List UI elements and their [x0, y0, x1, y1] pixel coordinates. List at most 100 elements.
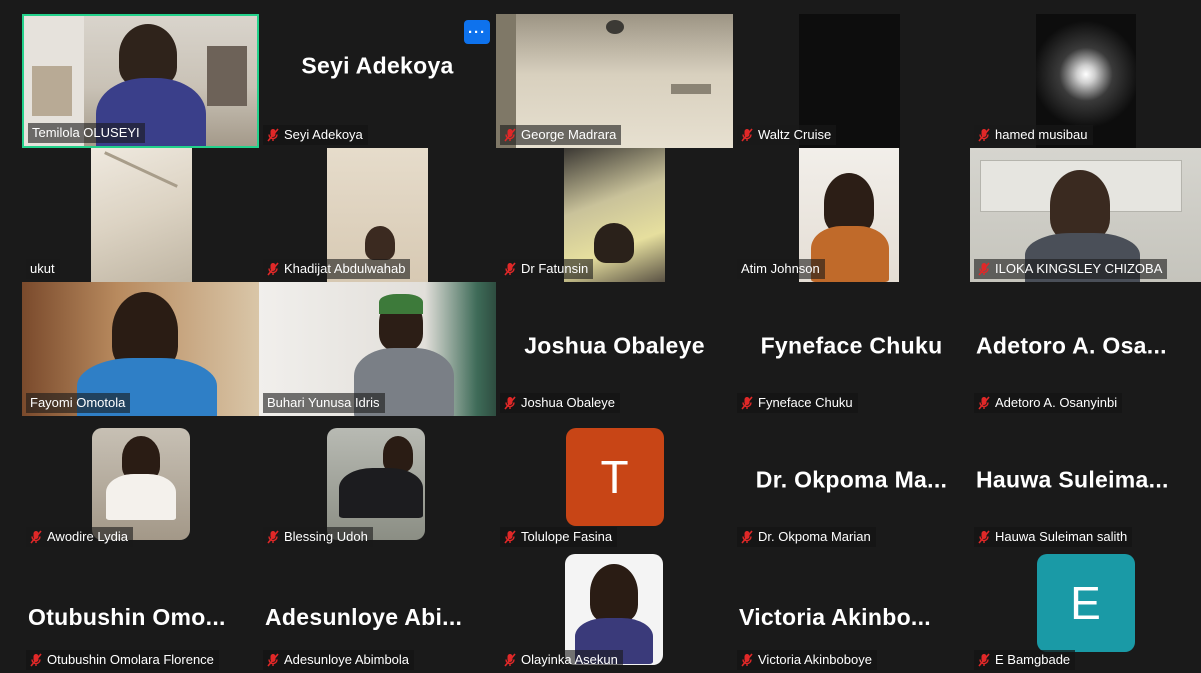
- participant-tile[interactable]: Adesunloye Abi... Adesunloye Abimbola: [259, 550, 496, 673]
- muted-mic-icon: [978, 262, 990, 276]
- muted-mic-icon: [267, 128, 279, 142]
- participant-name-label: ukut: [26, 259, 60, 279]
- participant-name-label: Joshua Obaleye: [500, 393, 620, 413]
- participant-name-label: Tolulope Fasina: [500, 527, 618, 547]
- participant-tile[interactable]: E E Bamgbade: [970, 550, 1201, 673]
- participant-display-name: Victoria Akinbo...: [739, 603, 931, 630]
- participant-tile[interactable]: George Madrara: [496, 14, 733, 148]
- participant-tile[interactable]: Joshua Obaleye Joshua Obaleye: [496, 282, 733, 416]
- participant-tile[interactable]: ILOKA KINGSLEY CHIZOBA: [970, 148, 1201, 282]
- participant-name: Adesunloye Abimbola: [284, 652, 410, 667]
- participant-tile[interactable]: Victoria Akinbo... Victoria Akinboboye: [733, 550, 970, 673]
- participant-name-label: Temilola OLUSEYI: [28, 123, 145, 143]
- participant-display-name: Fyneface Chuku: [760, 332, 943, 359]
- participant-name-label: ILOKA KINGSLEY CHIZOBA: [974, 259, 1168, 279]
- participant-display-name: Otubushin Omo...: [28, 603, 226, 630]
- participant-video: [91, 148, 192, 282]
- muted-mic-icon: [741, 396, 753, 410]
- participant-tile[interactable]: Temilola OLUSEYI: [22, 14, 259, 148]
- participant-name-label: Victoria Akinboboye: [737, 650, 877, 670]
- participant-tile[interactable]: Dr Fatunsin: [496, 148, 733, 282]
- participant-display-name: Adetoro A. Osa...: [976, 332, 1167, 359]
- participant-name-label: Fyneface Chuku: [737, 393, 858, 413]
- muted-mic-icon: [978, 653, 990, 667]
- participant-tile[interactable]: Waltz Cruise: [733, 14, 970, 148]
- participant-name: Dr. Okpoma Marian: [758, 529, 871, 544]
- participant-tile[interactable]: Blessing Udoh: [259, 416, 496, 550]
- muted-mic-icon: [30, 530, 42, 544]
- participant-name-label: Awodire Lydia: [26, 527, 133, 547]
- participant-name: Dr Fatunsin: [521, 261, 589, 276]
- participant-tile[interactable]: Awodire Lydia: [22, 416, 259, 550]
- muted-mic-icon: [30, 653, 42, 667]
- gallery-view: Temilola OLUSEYI Seyi Adekoya ··· Seyi A…: [22, 14, 1201, 673]
- participant-video: [92, 428, 190, 540]
- muted-mic-icon: [504, 530, 516, 544]
- participant-name: Waltz Cruise: [758, 127, 832, 142]
- participant-tile[interactable]: Seyi Adekoya ··· Seyi Adekoya: [259, 14, 496, 148]
- muted-mic-icon: [978, 128, 990, 142]
- ellipsis-icon: ···: [468, 23, 486, 41]
- muted-mic-icon: [504, 262, 516, 276]
- participant-tile[interactable]: Atim Johnson: [733, 148, 970, 282]
- participant-name: Joshua Obaleye: [521, 395, 615, 410]
- participant-name: Tolulope Fasina: [521, 529, 613, 544]
- muted-mic-icon: [504, 128, 516, 142]
- muted-mic-icon: [741, 128, 753, 142]
- participant-name-label: Otubushin Omolara Florence: [26, 650, 219, 670]
- participant-name: Adetoro A. Osanyinbi: [995, 395, 1118, 410]
- participant-name-label: Khadijat Abdulwahab: [263, 259, 411, 279]
- participant-name: Olayinka Asekun: [521, 652, 618, 667]
- participant-name-label: Buhari Yunusa Idris: [263, 393, 385, 413]
- participant-name: Temilola OLUSEYI: [32, 125, 140, 140]
- participant-name: ILOKA KINGSLEY CHIZOBA: [995, 261, 1163, 276]
- participant-tile[interactable]: Olayinka Asekun: [496, 550, 733, 673]
- participant-display-name: Dr. Okpoma Ma...: [755, 466, 948, 493]
- muted-mic-icon: [741, 653, 753, 667]
- participant-name: E Bamgbade: [995, 652, 1071, 667]
- participant-name-label: George Madrara: [500, 125, 622, 145]
- participant-display-name: Adesunloye Abi...: [265, 603, 463, 630]
- participant-tile[interactable]: Hauwa Suleima... Hauwa Suleiman salith: [970, 416, 1201, 550]
- participant-tile[interactable]: ukut: [22, 148, 259, 282]
- avatar-letter: T: [600, 451, 629, 503]
- muted-mic-icon: [504, 653, 516, 667]
- participant-video: [327, 428, 425, 540]
- muted-mic-icon: [267, 262, 279, 276]
- participant-name: Hauwa Suleiman salith: [995, 529, 1128, 544]
- participant-name: Otubushin Omolara Florence: [47, 652, 214, 667]
- muted-mic-icon: [267, 530, 279, 544]
- participant-name: Blessing Udoh: [284, 529, 368, 544]
- participant-tile[interactable]: Fyneface Chuku Fyneface Chuku: [733, 282, 970, 416]
- participant-avatar: T: [565, 428, 664, 526]
- more-options-button[interactable]: ···: [464, 20, 490, 44]
- participant-tile[interactable]: hamed musibau: [970, 14, 1201, 148]
- muted-mic-icon: [978, 530, 990, 544]
- participant-name-label: Waltz Cruise: [737, 125, 837, 145]
- participant-name: ukut: [30, 261, 55, 276]
- participant-name-label: hamed musibau: [974, 125, 1093, 145]
- participant-name-label: Adesunloye Abimbola: [263, 650, 415, 670]
- muted-mic-icon: [504, 396, 516, 410]
- participant-name-label: Olayinka Asekun: [500, 650, 623, 670]
- participant-name-label: Seyi Adekoya: [263, 125, 368, 145]
- participant-tile[interactable]: Dr. Okpoma Ma... Dr. Okpoma Marian: [733, 416, 970, 550]
- participant-name-label: Atim Johnson: [737, 259, 825, 279]
- participant-name: Victoria Akinboboye: [758, 652, 872, 667]
- participant-tile[interactable]: Otubushin Omo... Otubushin Omolara Flore…: [22, 550, 259, 673]
- participant-name-label: Adetoro A. Osanyinbi: [974, 393, 1123, 413]
- participant-tile[interactable]: Fayomi Omotola: [22, 282, 259, 416]
- participant-tile[interactable]: Adetoro A. Osa... Adetoro A. Osanyinbi: [970, 282, 1201, 416]
- participant-name: Seyi Adekoya: [284, 127, 363, 142]
- muted-mic-icon: [267, 653, 279, 667]
- participant-tile[interactable]: T Tolulope Fasina: [496, 416, 733, 550]
- participant-name: Awodire Lydia: [47, 529, 128, 544]
- participant-name-label: Hauwa Suleiman salith: [974, 527, 1133, 547]
- participant-video: [565, 554, 663, 665]
- participant-tile[interactable]: Khadijat Abdulwahab: [259, 148, 496, 282]
- participant-tile[interactable]: Buhari Yunusa Idris: [259, 282, 496, 416]
- participant-name-label: Fayomi Omotola: [26, 393, 131, 413]
- participant-display-name: Joshua Obaleye: [524, 332, 705, 359]
- participant-name: Khadijat Abdulwahab: [284, 261, 406, 276]
- muted-mic-icon: [978, 396, 990, 410]
